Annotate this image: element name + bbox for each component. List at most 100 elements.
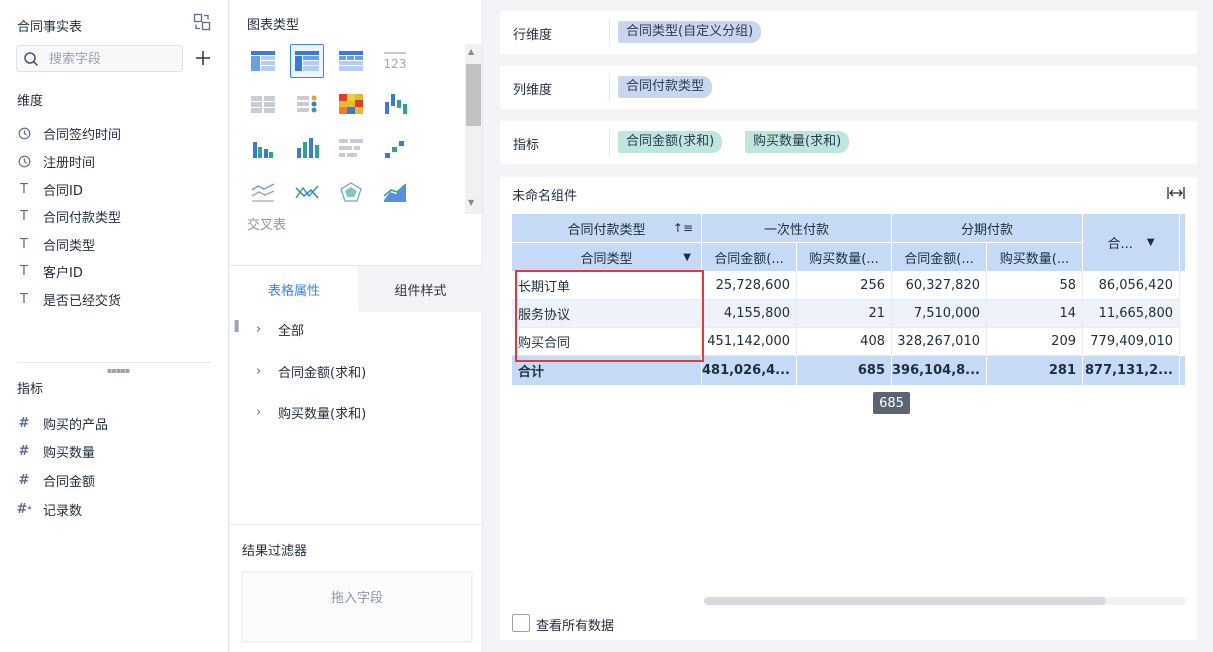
chevron-right-icon: › — [256, 363, 262, 379]
table-cell: 25,728,600 — [702, 272, 797, 300]
step-bar-chart-icon[interactable] — [378, 131, 412, 165]
measure-header[interactable]: 合同金额(... — [892, 243, 987, 272]
measure-field[interactable]: # * 记录数 — [16, 499, 82, 519]
total-group-header[interactable]: 合... ▼ — [1083, 214, 1180, 272]
dimension-field[interactable]: 合同签约时间 — [17, 123, 121, 143]
total-cell: 281 — [987, 356, 1083, 386]
component-title[interactable]: 未命名组件 — [512, 185, 577, 204]
chart-types-scrollbar-thumb[interactable] — [466, 64, 481, 126]
chart-type-heading: 图表类型 — [247, 18, 300, 33]
header-label: 合同类型 — [580, 251, 633, 267]
property-label: 合同金额(求和) — [278, 365, 367, 381]
total-cell: 685 — [797, 356, 892, 386]
field-label: 是否已经交货 — [43, 293, 122, 309]
dimension-field[interactable]: T 是否已经交货 — [17, 289, 121, 309]
dropdown-arrow-icon[interactable]: ▼ — [1147, 237, 1155, 248]
total-cell: 481,026,4... — [702, 356, 797, 386]
view-all-data-checkbox[interactable] — [512, 614, 530, 632]
number-type-icon: # — [18, 443, 30, 459]
table-cell: 14 — [987, 300, 1083, 328]
component-preview: 未命名组件 合同付款类型 ↑≡ 一次性付款 分期付款 合... ▼ 合同类型 ▼… — [500, 177, 1197, 640]
number-type-icon: # — [18, 415, 30, 431]
group-header[interactable]: 一次性付款 — [702, 214, 892, 243]
waterfall-chart-icon[interactable] — [378, 87, 412, 121]
table-horizontal-scrollbar-thumb[interactable] — [704, 597, 1106, 605]
cross-table-chart-icon[interactable] — [290, 44, 324, 78]
stacked-bar-chart-icon[interactable] — [334, 131, 368, 165]
dot-table-chart-icon[interactable] — [290, 87, 324, 121]
chart-type-name: 交叉表 — [247, 218, 287, 233]
dimension-field[interactable]: T 合同ID — [17, 179, 83, 199]
field-label: 购买数量 — [43, 445, 96, 461]
dimensions-heading: 维度 — [17, 94, 44, 109]
table-cell: 328,267,010 — [892, 328, 987, 356]
shelf-separator — [609, 74, 610, 101]
scatter-line-chart-icon[interactable] — [290, 175, 324, 209]
area-chart-icon[interactable] — [378, 175, 412, 209]
group-header[interactable]: 分期付款 — [892, 214, 1083, 243]
bar-chart-icon[interactable] — [290, 131, 324, 165]
text-type-icon: T — [20, 208, 28, 224]
group-table-chart-icon[interactable] — [334, 44, 368, 78]
property-item-quantity[interactable]: › 购买数量(求和) — [256, 402, 366, 422]
detail-table-chart-icon[interactable] — [246, 44, 280, 78]
radar-chart-icon[interactable] — [334, 175, 368, 209]
tab-component-style[interactable]: 组件样式 — [358, 266, 483, 312]
measure-field[interactable]: # 购买的产品 — [17, 413, 108, 433]
text-type-icon: T — [20, 263, 28, 279]
field-label: 注册时间 — [43, 155, 96, 171]
property-item-amount[interactable]: › 合同金额(求和) — [256, 361, 366, 381]
number-type-icon: # — [18, 472, 30, 488]
resize-grip-icon[interactable]: ▪▪▪▪▪ — [107, 366, 130, 375]
add-field-button[interactable] — [194, 49, 212, 67]
scroll-up-icon[interactable]: ▲ — [468, 47, 474, 56]
chart-config-panel: 图表类型 123 ▲ ▼ 交叉表 表格属性 组件样式 ▪ ▪ ▪ › 全部 › … — [230, 0, 483, 652]
filter-divider — [230, 524, 483, 525]
dimension-field[interactable]: T 合同付款类型 — [17, 206, 121, 226]
fit-width-icon[interactable] — [1167, 186, 1185, 204]
field-label: 合同金额 — [43, 474, 96, 490]
property-label: 全部 — [278, 323, 305, 339]
row-dimension-pill[interactable]: 合同类型(自定义分组) — [618, 21, 762, 43]
dimension-field[interactable]: T 客户ID — [17, 261, 83, 281]
dropdown-arrow-icon[interactable]: ▼ — [683, 252, 691, 263]
kpi-card-chart-icon[interactable] — [246, 87, 280, 121]
measure-field[interactable]: # 合同金额 — [17, 470, 95, 490]
measure-pill[interactable]: 购买数量(求和) — [745, 131, 850, 153]
sort-icon[interactable]: ↑≡ — [673, 221, 693, 235]
clock-icon — [17, 126, 31, 140]
header-label: 合同付款类型 — [567, 222, 646, 238]
row-dimension-shelf[interactable]: 行维度 合同类型(自定义分组) — [500, 11, 1197, 54]
dimension-field[interactable]: 注册时间 — [17, 151, 95, 171]
measure-header[interactable]: 购买数量(... — [797, 243, 892, 272]
measure-header[interactable]: 合同金额(... — [702, 243, 797, 272]
heatmap-chart-icon[interactable] — [334, 87, 368, 121]
switch-table-icon[interactable] — [193, 13, 211, 31]
scroll-down-icon[interactable]: ▼ — [468, 198, 474, 207]
drag-handle-icon[interactable]: ▪ ▪ ▪ — [234, 318, 239, 334]
kpi-number-chart-icon[interactable]: 123 — [378, 44, 412, 78]
field-search-input[interactable] — [49, 50, 177, 68]
overflow-column — [1180, 214, 1186, 272]
column-dimension-shelf[interactable]: 列维度 合同付款类型 — [500, 66, 1197, 109]
column-dimension-header[interactable]: 合同付款类型 ↑≡ — [512, 214, 702, 243]
property-item-all[interactable]: › 全部 — [256, 319, 304, 339]
filter-drop-zone[interactable]: 拖入字段 — [242, 572, 472, 642]
text-type-icon: T — [20, 181, 28, 197]
field-search-box[interactable] — [16, 45, 183, 72]
measure-header[interactable]: 购买数量(... — [987, 243, 1083, 272]
row-dimension-label: 行维度 — [513, 28, 553, 43]
column-dimension-pill[interactable]: 合同付款类型 — [618, 76, 713, 98]
measure-pill[interactable]: 合同金额(求和) — [618, 131, 723, 153]
line-chart-icon[interactable] — [246, 175, 280, 209]
grouped-bar-chart-icon[interactable] — [246, 131, 280, 165]
row-dimension-header[interactable]: 合同类型 ▼ — [512, 243, 702, 272]
field-label: 合同付款类型 — [43, 210, 122, 226]
measure-field[interactable]: # 购买数量 — [17, 441, 95, 461]
view-all-data-label[interactable]: 查看所有数据 — [536, 615, 614, 634]
text-type-icon: T — [20, 291, 28, 307]
dimension-field[interactable]: T 合同类型 — [17, 234, 95, 254]
measure-shelf[interactable]: 指标 合同金额(求和) 购买数量(求和) — [500, 121, 1197, 164]
table-cell: 779,409,010 — [1083, 328, 1180, 356]
tab-table-properties[interactable]: 表格属性 — [230, 266, 358, 312]
